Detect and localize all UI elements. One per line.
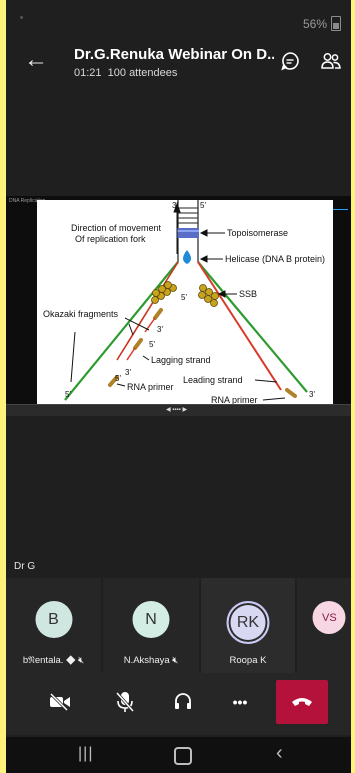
status-bar: 56% <box>6 0 351 40</box>
back-arrow-icon[interactable]: ← <box>24 48 48 72</box>
phone-screen: 56% ← Dr.G.Renuka Webinar On D... 01:21 … <box>6 0 351 773</box>
hang-up-button[interactable] <box>276 680 328 724</box>
prime-label: 5' <box>65 390 71 399</box>
camera-off-button[interactable] <box>38 680 82 724</box>
recent-apps-icon[interactable]: ||| <box>78 745 93 763</box>
speaker-label: Dr G <box>14 561 36 572</box>
lagging-label: Lagging strand <box>151 355 211 365</box>
participant-tiles: B b𝔑entala. ◆ 🔇︎ N N.Akshaya 🔇︎ RK Roopa… <box>6 578 351 673</box>
rna-primer-right-label: RNA primer <box>211 395 258 404</box>
call-controls: ••• <box>6 673 351 735</box>
status-dot-icon <box>20 16 23 19</box>
participant-name: Roopa K <box>229 655 267 666</box>
home-icon[interactable] <box>174 747 192 765</box>
prime-label: 3' <box>309 390 315 399</box>
avatar: B <box>35 601 72 638</box>
prime-label: 5' <box>115 374 121 383</box>
topoisomerase-label: Topoisomerase <box>227 228 288 238</box>
ssb-label: SSB <box>239 289 257 299</box>
helicase-label: Helicase (DNA B protein) <box>225 254 325 264</box>
prime-label: 5' <box>149 340 155 349</box>
screenshare-nav-control[interactable]: ◀ ▪▪▪▪ ▶ <box>166 406 187 413</box>
avatar: RK <box>226 601 270 644</box>
shared-slide: Direction of movement Of replication for… <box>37 200 333 404</box>
camera-off-icon <box>49 693 70 711</box>
headset-icon <box>175 693 191 709</box>
prime-label: 5' <box>181 293 187 302</box>
battery-indicator: 56% <box>303 16 341 31</box>
rna-primer-left-label: RNA primer <box>127 382 174 392</box>
participant-tile[interactable]: RK Roopa K <box>201 578 295 673</box>
chat-icon[interactable] <box>279 50 301 72</box>
mic-off-icon: 🔇︎ <box>78 655 85 666</box>
direction-label-2: Of replication fork <box>75 234 146 244</box>
mic-off-icon: 🔇︎ <box>172 655 179 666</box>
battery-percent: 56% <box>302 16 327 31</box>
prime-label: 3' <box>172 201 178 210</box>
battery-icon <box>331 16 341 31</box>
leading-label: Leading strand <box>183 375 243 385</box>
participant-tile[interactable]: N N.Akshaya 🔇︎ <box>103 578 199 673</box>
hang-up-icon <box>292 698 312 706</box>
meeting-subtitle: 01:21 100 attendees <box>74 67 177 79</box>
avatar: N <box>132 601 170 638</box>
meeting-duration: 01:21 <box>74 67 102 79</box>
participant-name: N.Akshaya 🔇︎ <box>123 655 179 666</box>
audio-button[interactable] <box>161 680 205 724</box>
meeting-header: ← Dr.G.Renuka Webinar On D... 01:21 100 … <box>6 40 351 84</box>
dna-replication-diagram: Direction of movement Of replication for… <box>43 200 325 404</box>
screen-share-area[interactable]: DNA Replication Direction of movement Of… <box>6 196 351 404</box>
participant-tile[interactable]: B b𝔑entala. ◆ 🔇︎ <box>6 578 101 673</box>
participant-name: b𝔑entala. ◆ 🔇︎ <box>22 655 85 666</box>
back-nav-icon[interactable]: ‹ <box>276 742 283 765</box>
participant-tile[interactable]: VS <box>297 578 351 673</box>
share-indicator-line <box>332 209 348 210</box>
prime-label: 5' <box>200 201 206 210</box>
prime-label: 3' <box>157 325 163 334</box>
okazaki-label: Okazaki fragments <box>43 309 119 319</box>
prime-label: 3' <box>125 368 131 377</box>
android-nav-bar: ||| ‹ <box>6 737 351 773</box>
attendee-count: 100 attendees <box>107 67 178 79</box>
screenshare-control-bar[interactable]: ◀ ▪▪▪▪ ▶ <box>6 404 351 416</box>
participants-icon[interactable] <box>320 50 342 72</box>
meeting-title: Dr.G.Renuka Webinar On D... <box>74 46 274 63</box>
more-options-button[interactable]: ••• <box>218 680 262 724</box>
avatar: VS <box>312 601 346 634</box>
mute-button[interactable] <box>103 680 147 724</box>
mic-off-icon <box>116 692 134 712</box>
direction-label: Direction of movement <box>71 223 162 233</box>
